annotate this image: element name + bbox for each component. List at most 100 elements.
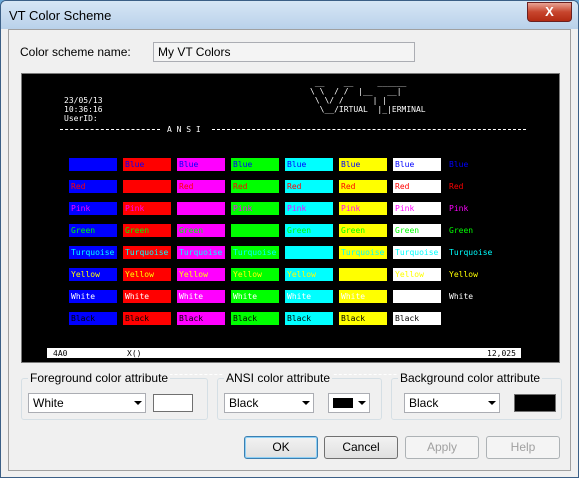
color-cell: Pink (285, 202, 333, 215)
color-cell: Yellow (285, 268, 333, 281)
color-cell: Blue (177, 158, 225, 171)
ansi-select[interactable]: Black (224, 393, 314, 413)
color-cell: Pink (339, 202, 387, 215)
foreground-label: Foreground color attribute (28, 371, 171, 385)
color-cell: Turquoise (69, 246, 117, 259)
color-cell: Green (393, 224, 441, 237)
terminal-user: UserID: (64, 114, 98, 123)
background-swatch[interactable] (514, 394, 556, 412)
color-cell: Black (123, 312, 171, 325)
background-select[interactable]: Black (404, 393, 500, 413)
color-cell: Red (177, 180, 225, 193)
color-cell: Yellow (393, 268, 441, 281)
color-cell: Red (339, 180, 387, 193)
scheme-name-input[interactable]: My VT Colors (153, 42, 415, 62)
ansi-color-picker[interactable] (328, 393, 370, 413)
close-button[interactable]: X (527, 2, 572, 22)
apply-button[interactable]: Apply (405, 436, 479, 459)
ansi-swatch (333, 398, 353, 408)
color-cell (231, 224, 279, 237)
divider-left (60, 129, 160, 130)
chevron-down-icon (134, 401, 142, 405)
color-cell: Green (339, 224, 387, 237)
color-cell: Pink (393, 202, 441, 215)
color-cell: Red (447, 180, 495, 193)
color-cell: White (231, 290, 279, 303)
color-cell: Green (177, 224, 225, 237)
chevron-down-icon (302, 401, 310, 405)
title-bar[interactable]: VT Color Scheme X (1, 1, 578, 29)
help-button[interactable]: Help (486, 436, 560, 459)
chevron-down-icon (488, 401, 496, 405)
color-cell: Blue (285, 158, 333, 171)
ok-button[interactable]: OK (244, 436, 318, 459)
color-cell: Yellow (69, 268, 117, 281)
ansi-attr-label: ANSI color attribute (224, 371, 333, 385)
color-cell: White (123, 290, 171, 303)
color-cell: Blue (393, 158, 441, 171)
ansi-label: A N S I (167, 125, 201, 134)
color-cell: Black (231, 312, 279, 325)
color-cell: White (339, 290, 387, 303)
terminal-date: 23/05/13 (64, 96, 103, 105)
foreground-swatch[interactable] (153, 394, 193, 412)
color-cell: Blue (231, 158, 279, 171)
color-cell: Pink (69, 202, 117, 215)
scheme-name-label: Color scheme name: (20, 45, 131, 59)
dialog-window: VT Color Scheme X Color scheme name: My … (0, 0, 579, 478)
color-cell (177, 202, 225, 215)
color-cell: Black (69, 312, 117, 325)
color-cell: Pink (447, 202, 495, 215)
status-mid: X() (127, 349, 142, 358)
logo-line-4: \__/IRTUAL |_|ERMINAL (310, 105, 426, 114)
color-cell: Pink (123, 202, 171, 215)
color-cell: Pink (231, 202, 279, 215)
color-cell: White (69, 290, 117, 303)
color-cell (339, 268, 387, 281)
status-left: 4A0 (53, 349, 68, 358)
color-cell: Red (231, 180, 279, 193)
color-cell: Turquoise (447, 246, 495, 259)
color-cell: Yellow (177, 268, 225, 281)
divider-right (212, 129, 526, 130)
foreground-value: White (33, 396, 64, 410)
color-cell: Blue (447, 158, 495, 171)
terminal-time: 10:36:16 (64, 105, 103, 114)
color-cell: White (447, 290, 495, 303)
color-cell: Green (123, 224, 171, 237)
color-cell: Turquoise (393, 246, 441, 259)
chevron-down-icon (358, 401, 366, 405)
terminal-status-line: 4A0 X() 12,025 (47, 348, 521, 358)
color-cell: Black (393, 312, 441, 325)
color-cell (123, 180, 171, 193)
color-cell: Blue (123, 158, 171, 171)
logo-line-2: \ \ / / |__ __| (310, 87, 402, 96)
window-title: VT Color Scheme (9, 8, 112, 23)
background-value: Black (409, 396, 439, 410)
color-cell: Green (285, 224, 333, 237)
logo-line-1: __ __ ______ (310, 78, 407, 87)
foreground-select[interactable]: White (28, 393, 146, 413)
background-group: Background color attribute Black (391, 371, 562, 420)
color-cell: Yellow (123, 268, 171, 281)
color-cell: Red (69, 180, 117, 193)
close-icon: X (545, 4, 554, 19)
cancel-button[interactable]: Cancel (324, 436, 398, 459)
color-cell (393, 290, 441, 303)
color-cell: Green (447, 224, 495, 237)
color-cell (285, 246, 333, 259)
color-cell: Black (339, 312, 387, 325)
dialog-client-area: Color scheme name: My VT Colors 23/05/13… (8, 29, 571, 471)
ansi-group: ANSI color attribute Black (217, 371, 382, 420)
color-cell: Yellow (231, 268, 279, 281)
color-cell (69, 158, 117, 171)
status-right: 12,025 (487, 349, 516, 358)
color-cell (447, 312, 495, 325)
color-cell: Black (177, 312, 225, 325)
ansi-value: Black (229, 396, 259, 410)
color-cell: White (285, 290, 333, 303)
color-cell: Green (69, 224, 117, 237)
color-cell: Turquoise (123, 246, 171, 259)
foreground-group: Foreground color attribute White (21, 371, 208, 420)
color-cell: Black (285, 312, 333, 325)
